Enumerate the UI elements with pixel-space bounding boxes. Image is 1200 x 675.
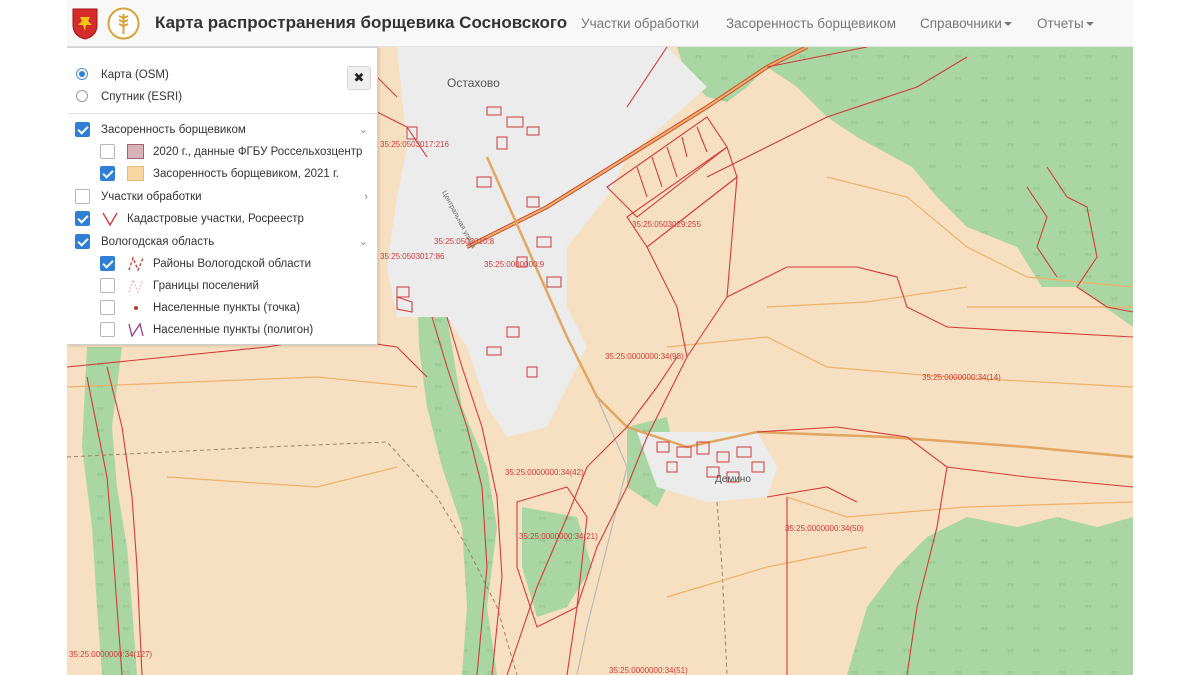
nav-references-label: Справочники <box>920 16 1002 31</box>
parcel-label: 35:25:0000000:34(21) <box>519 532 598 541</box>
nav-reports[interactable]: Отчеты <box>1037 16 1094 31</box>
layer-districts-label: Районы Вологодской области <box>153 258 312 270</box>
parcel-label: 35:25:0503017:216 <box>380 140 450 149</box>
basemap-esri-label: Спутник (ESRI) <box>101 91 183 103</box>
swatch-2021 <box>127 166 144 181</box>
layer-settlement-points-label: Населенные пункты (точка) <box>153 302 300 314</box>
point-icon <box>134 306 138 310</box>
parcel-label: 35:25:0503010:8 <box>434 237 495 246</box>
radio-esri[interactable] <box>76 90 88 102</box>
checkbox-districts[interactable] <box>100 256 115 271</box>
parcel-label: 35:25:0000000:34(42) <box>505 468 584 477</box>
group-plots[interactable]: Участки обработки › <box>67 187 378 207</box>
layer-2020-label: 2020 г., данные ФГБУ Россельхозцентр <box>153 146 363 158</box>
layer-cadastral-label: Кадастровые участки, Росреестр <box>127 213 304 225</box>
group-infestation[interactable]: Засоренность борщевиком ⌄ <box>67 120 378 140</box>
polyline-red-icon <box>102 212 118 227</box>
layer-settlement-borders-label: Границы поселений <box>153 280 259 292</box>
parcel-label: 35:25:0000000:34(50) <box>785 524 864 533</box>
checkbox-cadastral[interactable] <box>75 211 90 226</box>
parcel-label: 35:25:0503029:255 <box>632 220 702 229</box>
layer-2021-label: Засоренность борщевиком, 2021 г. <box>153 168 339 180</box>
group-infestation-label: Засоренность борщевиком <box>101 124 246 136</box>
parcel-label: 35:25:0000000:34(51) <box>609 666 688 675</box>
group-region[interactable]: Вологодская область ⌄ <box>67 232 378 252</box>
polyline-dashed-icon <box>128 256 144 272</box>
place-label-demino: Демино <box>715 474 751 485</box>
app-window: ᵠᵠ <box>67 0 1133 675</box>
checkbox-plots[interactable] <box>75 189 90 204</box>
app-title[interactable]: Карта распространения борщевика Сосновск… <box>155 13 567 33</box>
parcel-label: 35:25:0000000:9 <box>484 260 545 269</box>
parcel-label: 35:25:0503017:86 <box>380 252 445 261</box>
close-panel-button[interactable]: ✖ <box>347 66 371 90</box>
nav-reports-label: Отчеты <box>1037 16 1084 31</box>
chevron-down-icon[interactable]: ⌄ <box>359 232 368 252</box>
checkbox-2020[interactable] <box>100 144 115 159</box>
chevron-right-icon[interactable]: › <box>364 187 368 207</box>
nav-infestation[interactable]: Засоренность борщевиком <box>726 16 896 31</box>
divider <box>67 113 378 114</box>
checkbox-2021[interactable] <box>100 166 115 181</box>
checkbox-settlement-polygons[interactable] <box>100 322 115 337</box>
group-plots-label: Участки обработки <box>101 191 202 203</box>
caret-down-icon <box>1003 22 1012 27</box>
layers-panel: ✖ Карта (OSM) Спутник (ESRI) Засоренност… <box>67 47 378 345</box>
nav-references[interactable]: Справочники <box>920 16 1012 31</box>
checkbox-settlement-points[interactable] <box>100 300 115 315</box>
group-region-label: Вологодская область <box>101 236 215 248</box>
agro-emblem-icon <box>107 7 140 40</box>
parcel-label: 35:25:0000000:34(127) <box>69 650 153 659</box>
navbar: Карта распространения борщевика Сосновск… <box>67 0 1133 47</box>
swatch-2020 <box>127 144 144 159</box>
parcel-label: 35:25:0000000:34(98) <box>605 352 684 361</box>
place-label-ostakhovo: Остахово <box>447 76 500 90</box>
nav-plots[interactable]: Участки обработки <box>581 16 699 31</box>
coat-of-arms-icon <box>72 8 98 40</box>
parcel-label: 35:25:0000000:34(14) <box>922 373 1001 382</box>
polyline-purple-icon <box>128 322 144 338</box>
basemap-osm-label: Карта (OSM) <box>101 69 169 81</box>
chevron-down-icon[interactable]: ⌄ <box>359 120 368 140</box>
checkbox-infestation[interactable] <box>75 122 90 137</box>
layer-settlement-polygons-label: Населенные пункты (полигон) <box>153 324 314 336</box>
checkbox-region[interactable] <box>75 234 90 249</box>
radio-osm[interactable] <box>76 68 88 80</box>
checkbox-settlement-borders[interactable] <box>100 278 115 293</box>
polyline-dotted-icon <box>128 278 144 294</box>
caret-down-icon <box>1085 22 1094 27</box>
